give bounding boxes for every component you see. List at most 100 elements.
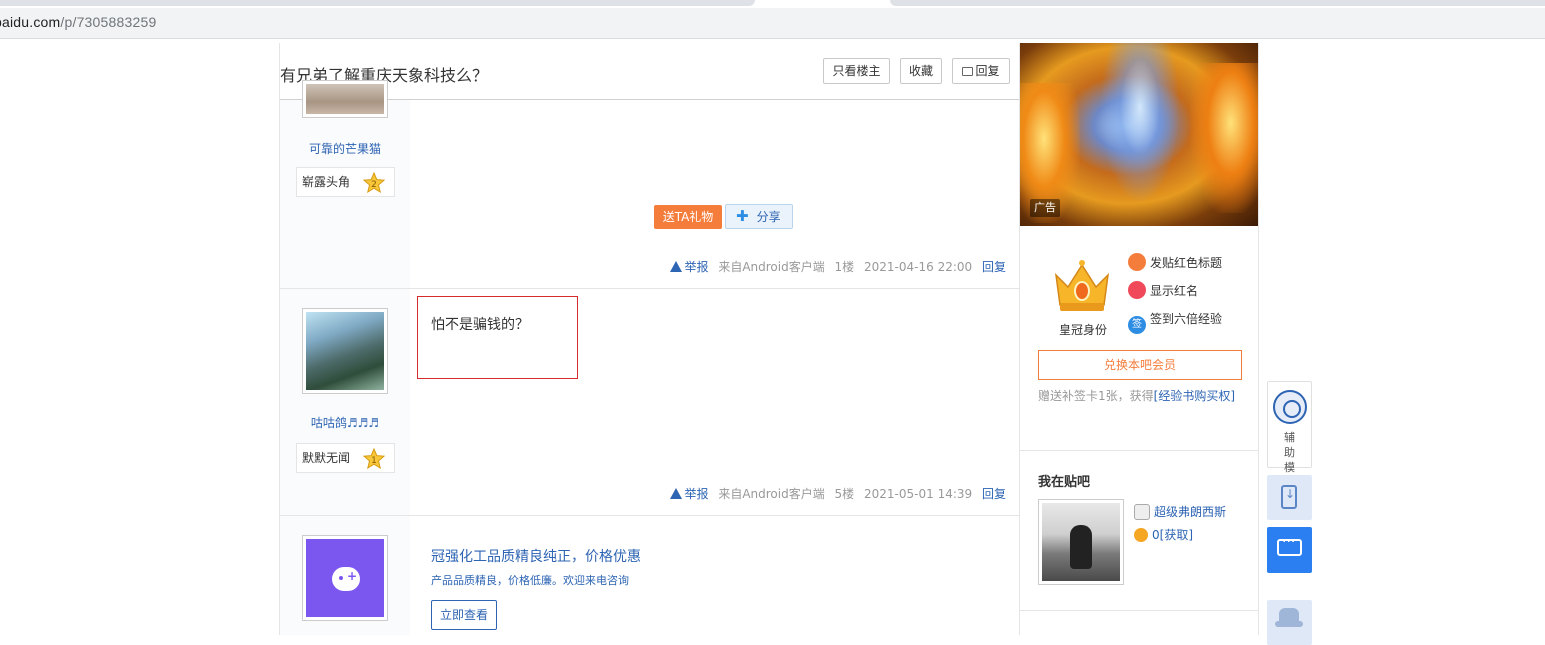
level-name: 崭露头角 <box>302 175 351 189</box>
crown-label: 皇冠身份 <box>1058 323 1107 337</box>
chat-button[interactable] <box>1267 527 1312 573</box>
post-tail: 举报 来自Android客户端 5楼 2021-05-01 14:39 回复 <box>670 485 1006 502</box>
avatar[interactable] <box>302 80 388 118</box>
assist-mode-button[interactable]: 辅助模式 <box>1267 381 1312 489</box>
thread-title-bar: 有兄弟了解重庆天象科技么？ 只看楼主 收藏 回复 <box>280 43 1020 100</box>
post-time: 2021-04-16 22:00 <box>864 260 973 274</box>
favorite-button[interactable]: 收藏 <box>900 58 942 84</box>
warning-icon <box>670 488 683 499</box>
ad-subtitle[interactable]: 产品品质精良，价格低廉。欢迎来电咨询 <box>431 572 629 588</box>
only-op-button[interactable]: 只看楼主 <box>823 58 890 84</box>
level-badge[interactable]: 默默无闻 1 <box>296 443 395 473</box>
url-text[interactable]: baidu.com/p/7305883259 <box>0 14 156 30</box>
exp-book-link[interactable]: [经验书购买权] <box>1154 389 1235 403</box>
username-link[interactable]: 可靠的芒果猫 <box>280 140 410 157</box>
ad-view-button[interactable]: 立即查看 <box>431 600 497 630</box>
my-avatar-image <box>1042 503 1120 581</box>
mobile-download-button[interactable] <box>1267 475 1312 520</box>
vip-feature: 显示红名 <box>1128 281 1198 301</box>
figure-art <box>1070 525 1092 569</box>
my-tieba-panel: 我在贴吧 超级弗朗西斯 0[获取] <box>1020 451 1258 611</box>
post-author-panel: 可靠的芒果猫 崭露头角 2 <box>280 80 410 288</box>
floor-number: 5楼 <box>834 487 855 501</box>
post-reply-link[interactable]: 回复 <box>982 260 1006 274</box>
avatar-image <box>306 312 384 390</box>
get-coin-link[interactable]: [获取] <box>1160 528 1193 542</box>
vip-feature-label: 显示红名 <box>1150 284 1199 298</box>
my-coin: 0[获取] <box>1134 526 1193 543</box>
report-link[interactable]: 举报 <box>670 260 708 274</box>
robot-icon <box>332 567 360 591</box>
post-content-text: 怕不是骗钱的？ <box>431 317 529 333</box>
level-star-icon: 1 <box>363 448 385 469</box>
reply-button-label: 回复 <box>975 64 1000 78</box>
level-name: 默默无闻 <box>302 451 351 465</box>
chat-bubble-icon <box>1277 534 1302 556</box>
share-button[interactable]: ✚ 分享 <box>725 204 793 229</box>
vip-card: 皇冠身份 发贴红色标题 显示红名 签签到六倍经验 兑换本吧会员 赠送补签卡1张，… <box>1020 227 1258 451</box>
avatar-image <box>306 84 384 114</box>
address-bar[interactable]: baidu.com/p/7305883259 <box>0 8 1545 38</box>
plus-icon: ✚ <box>736 207 749 225</box>
my-avatar[interactable] <box>1038 499 1124 585</box>
sidebar-ad-banner[interactable]: 广告 <box>1020 43 1258 226</box>
browser-tab-right[interactable] <box>890 0 1545 6</box>
reply-button[interactable]: 回复 <box>952 58 1010 84</box>
send-gift-button[interactable]: 送TA礼物 <box>654 205 722 229</box>
post-time: 2021-05-01 14:39 <box>864 487 973 501</box>
vip-feature-label: 签到六倍经验 <box>1150 312 1223 326</box>
hat-brim <box>1275 621 1303 627</box>
thread-main: 有兄弟了解重庆天象科技么？ 只看楼主 收藏 回复 可靠的芒果猫 崭露头角 2 送… <box>279 43 1020 635</box>
vip-note: 赠送补签卡1张，获得[经验书购买权] <box>1038 387 1235 404</box>
exchange-membership-button[interactable]: 兑换本吧会员 <box>1038 350 1242 380</box>
browser-tab-strip <box>0 0 1545 8</box>
ad-tag: 广告 <box>1030 199 1060 217</box>
vip-note-text: 赠送补签卡1张，获得 <box>1038 389 1154 403</box>
ad-avatar[interactable] <box>302 535 388 621</box>
post-tail: 举报 来自Android客户端 1楼 2021-04-16 22:00 回复 <box>670 258 1006 275</box>
avatar[interactable] <box>302 308 388 394</box>
level-star-icon: 2 <box>363 172 385 193</box>
hat-icon <box>1279 608 1299 622</box>
floor-number: 1楼 <box>834 260 855 274</box>
browser-tab-left[interactable] <box>0 0 755 6</box>
ad-post: 冠强化工品质精良纯正，价格优惠 产品品质精良，价格低廉。欢迎来电咨询 立即查看 <box>280 516 1020 635</box>
level-number: 1 <box>371 456 377 466</box>
ad-title-link[interactable]: 冠强化工品质精良纯正，价格优惠 <box>431 546 641 566</box>
sidebar: 广告 皇冠身份 发贴红色标题 显示红名 签签到六倍经验 兑换本吧会员 赠送补签卡… <box>1019 43 1259 635</box>
post-reply-link[interactable]: 回复 <box>982 487 1006 501</box>
user-level-icon <box>1134 504 1150 520</box>
comment-icon <box>962 67 974 76</box>
post-author-panel: 咕咕鸽♬♬♬ 默默无闻 1 <box>280 289 410 515</box>
url-host: baidu.com <box>0 14 61 30</box>
bookmark-icon <box>1128 253 1146 271</box>
message-icon <box>1128 281 1146 299</box>
report-label: 举报 <box>684 487 709 501</box>
post-floor-5: 咕咕鸽♬♬♬ 默默无闻 1 怕不是骗钱的？ 举报 来自Android客户端 5楼… <box>280 289 1020 516</box>
vip-feature-label: 发贴红色标题 <box>1150 256 1223 270</box>
post-content: 怕不是骗钱的？ <box>417 296 578 379</box>
report-link[interactable]: 举报 <box>670 487 708 501</box>
ad-author-panel <box>280 516 410 635</box>
ad-art <box>1100 43 1180 203</box>
robot-avatar-image <box>306 539 384 617</box>
vip-feature: 发贴红色标题 <box>1128 253 1222 273</box>
level-number: 2 <box>371 180 377 190</box>
sign-in-icon: 签 <box>1128 316 1146 334</box>
post-source[interactable]: 来自Android客户端 <box>718 487 824 501</box>
level-badge[interactable]: 崭露头角 2 <box>296 167 395 197</box>
coin-icon <box>1134 528 1148 542</box>
coin-count: 0 <box>1152 528 1160 542</box>
vip-feature: 签签到六倍经验 <box>1128 309 1222 334</box>
my-username[interactable]: 超级弗朗西斯 <box>1134 503 1226 520</box>
magic-hat-button[interactable] <box>1267 600 1312 645</box>
report-label: 举报 <box>684 260 709 274</box>
username-link[interactable]: 咕咕鸽♬♬♬ <box>280 414 410 431</box>
accessibility-icon <box>1273 390 1307 424</box>
warning-icon <box>670 261 683 272</box>
share-label: 分享 <box>756 210 781 224</box>
post-floor-1: 可靠的芒果猫 崭露头角 2 送TA礼物 ✚ 分享 举报 来自Android客户端 … <box>280 80 1020 289</box>
ad-art <box>1190 63 1258 213</box>
my-tieba-title: 我在贴吧 <box>1038 475 1091 490</box>
post-source[interactable]: 来自Android客户端 <box>718 260 824 274</box>
